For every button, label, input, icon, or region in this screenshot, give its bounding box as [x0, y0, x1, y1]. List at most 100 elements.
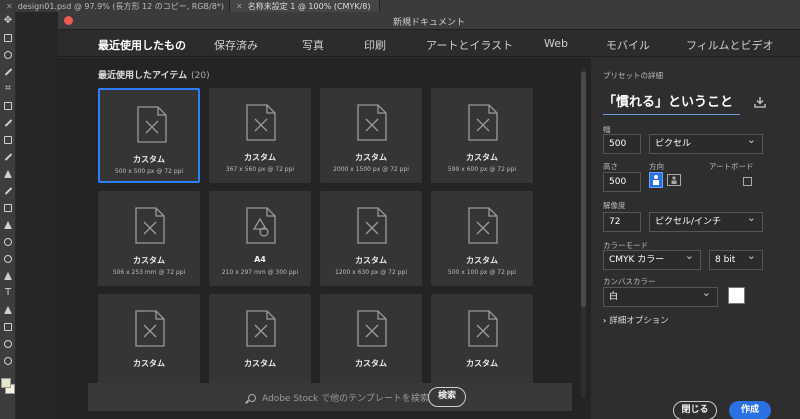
- card-name: カスタム: [133, 256, 165, 265]
- recent-count: (20): [191, 71, 210, 81]
- preset-card[interactable]: カスタム 367 x 560 px @ 72 ppi: [209, 88, 311, 183]
- card-name: カスタム: [244, 153, 276, 162]
- doc-tab-label: 名称未設定 1 @ 100% (CMYK/8): [247, 1, 371, 11]
- marquee-tool-icon[interactable]: [0, 29, 16, 46]
- preset-card[interactable]: カスタム: [320, 294, 422, 389]
- document-name-field[interactable]: 「慣れる」ということ: [603, 91, 740, 115]
- color-swatches[interactable]: [1, 378, 15, 398]
- canvas-color-swatch[interactable]: [728, 287, 745, 304]
- stamp-tool-icon[interactable]: [0, 165, 16, 182]
- preset-card[interactable]: カスタム 500 x 100 px @ 72 ppi: [431, 191, 533, 286]
- artboard-label: アートボード: [709, 162, 754, 171]
- type-tool-icon[interactable]: T: [0, 284, 16, 301]
- card-name: A4: [254, 255, 266, 264]
- recent-scrollbar[interactable]: [581, 68, 586, 398]
- document-brush-icon: [357, 310, 387, 347]
- color-mode-select[interactable]: CMYK カラー: [603, 247, 701, 270]
- healing-brush-tool-icon[interactable]: [0, 131, 16, 148]
- width-input[interactable]: 500: [603, 134, 641, 154]
- resolution-unit-select[interactable]: ピクセル/インチ: [649, 209, 763, 232]
- history-brush-tool-icon[interactable]: [0, 182, 16, 199]
- move-tool-icon[interactable]: ✥: [0, 12, 16, 29]
- document-brush-icon: [135, 207, 165, 244]
- card-name: カスタム: [355, 153, 387, 162]
- scrollbar-thumb[interactable]: [581, 72, 586, 307]
- preset-card[interactable]: カスタム: [431, 294, 533, 389]
- card-size: 500 x 100 px @ 72 ppi: [447, 269, 517, 276]
- pen-tool-icon[interactable]: [0, 267, 16, 284]
- photoshop-window: ✕ design01.psd @ 97.9% (長方形 12 のコピー, RGB…: [0, 0, 800, 419]
- preset-details-panel: プリセットの詳細 「慣れる」ということ 幅 500 ピクセル 高さ 方向 アート…: [591, 58, 800, 419]
- advanced-options-toggle[interactable]: › 詳細オプション: [603, 314, 669, 326]
- brush-tool-icon[interactable]: [0, 148, 16, 165]
- stock-search-input[interactable]: Adobe Stock で他のテンプレートを検索: [248, 391, 429, 404]
- height-input[interactable]: 500: [603, 172, 641, 192]
- card-name: カスタム: [244, 359, 276, 368]
- bit-depth-select[interactable]: 8 bit: [709, 247, 763, 270]
- document-brush-icon: [468, 207, 498, 244]
- dialog-titlebar: 新規ドキュメント: [58, 12, 800, 30]
- card-size: 2000 x 1500 px @ 72 ppi: [333, 166, 409, 173]
- tab-recent[interactable]: 最近使用したもの: [84, 37, 200, 62]
- tab-mobile[interactable]: モバイル: [606, 37, 650, 53]
- eraser-tool-icon[interactable]: [0, 199, 16, 216]
- stock-search-bar: Adobe Stock で他のテンプレートを検索 検索: [88, 383, 572, 411]
- unit-select[interactable]: ピクセル: [649, 131, 763, 154]
- card-size: 599 x 600 px @ 72 ppi: [447, 166, 517, 173]
- tab-art-illustration[interactable]: アートとイラスト: [426, 37, 513, 53]
- search-button[interactable]: 検索: [428, 387, 466, 407]
- preset-card[interactable]: カスタム 2000 x 1500 px @ 72 ppi: [320, 88, 422, 183]
- frame-tool-icon[interactable]: [0, 97, 16, 114]
- card-name: カスタム: [133, 155, 165, 164]
- canvas-color-select[interactable]: 白: [603, 284, 718, 307]
- recent-items-heading: 最近使用したアイテム (20): [98, 68, 210, 81]
- card-name: カスタム: [355, 359, 387, 368]
- preset-card[interactable]: カスタム: [209, 294, 311, 389]
- preset-card[interactable]: A4 210 x 297 mm @ 300 ppi: [209, 191, 311, 286]
- card-name: カスタム: [133, 359, 165, 368]
- card-name: カスタム: [355, 256, 387, 265]
- doc-tab-design01[interactable]: ✕ design01.psd @ 97.9% (長方形 12 のコピー, RGB…: [0, 0, 230, 12]
- eyedropper-tool-icon[interactable]: [0, 114, 16, 131]
- portrait-orientation-icon[interactable]: [649, 172, 663, 188]
- chevron-right-icon: ›: [603, 316, 607, 325]
- preset-card[interactable]: カスタム 500 x 500 px @ 72 ppi: [98, 88, 200, 183]
- preset-card[interactable]: カスタム 599 x 600 px @ 72 ppi: [431, 88, 533, 183]
- doc-tab-untitled[interactable]: ✕ 名称未設定 1 @ 100% (CMYK/8): [230, 0, 380, 12]
- dodge-tool-icon[interactable]: [0, 250, 16, 267]
- search-placeholder: Adobe Stock で他のテンプレートを検索: [262, 394, 429, 404]
- close-tab-icon[interactable]: ✕: [6, 2, 13, 11]
- preset-card[interactable]: カスタム: [98, 294, 200, 389]
- card-size: 367 x 560 px @ 72 ppi: [225, 166, 295, 173]
- landscape-orientation-icon[interactable]: [667, 172, 681, 188]
- lasso-tool-icon[interactable]: [0, 46, 16, 63]
- save-preset-icon[interactable]: [754, 96, 766, 108]
- close-tab-icon[interactable]: ✕: [236, 2, 243, 11]
- hand-tool-icon[interactable]: [0, 335, 16, 352]
- dialog-title: 新規ドキュメント: [392, 18, 465, 28]
- tab-film-video[interactable]: フィルムとビデオ: [686, 37, 774, 53]
- tab-saved[interactable]: 保存済み: [214, 37, 258, 53]
- recent-heading-text: 最近使用したアイテム: [98, 71, 188, 81]
- canvas-color-label: カンバスカラー: [603, 277, 656, 286]
- tab-web[interactable]: Web: [544, 37, 568, 50]
- path-selection-tool-icon[interactable]: [0, 301, 16, 318]
- paint-bucket-tool-icon[interactable]: [0, 216, 16, 233]
- artboard-checkbox[interactable]: [743, 177, 752, 186]
- magic-wand-tool-icon[interactable]: [0, 63, 16, 80]
- close-button[interactable]: 閉じる: [673, 401, 717, 419]
- document-brush-icon: [137, 106, 167, 143]
- preset-card[interactable]: カスタム 506 x 253 mm @ 72 ppi: [98, 191, 200, 286]
- tab-print[interactable]: 印刷: [364, 37, 386, 53]
- tab-photo[interactable]: 写真: [302, 37, 324, 53]
- resolution-input[interactable]: 72: [603, 212, 641, 232]
- blur-tool-icon[interactable]: [0, 233, 16, 250]
- card-size: 1200 x 630 px @ 72 ppi: [335, 269, 407, 276]
- foreground-color-swatch[interactable]: [1, 378, 11, 388]
- create-button[interactable]: 作成: [729, 401, 771, 419]
- card-size: 500 x 500 px @ 72 ppi: [114, 168, 184, 175]
- zoom-tool-icon[interactable]: [0, 352, 16, 369]
- rectangle-tool-icon[interactable]: [0, 318, 16, 335]
- crop-tool-icon[interactable]: ⌗: [0, 80, 16, 97]
- preset-card[interactable]: カスタム 1200 x 630 px @ 72 ppi: [320, 191, 422, 286]
